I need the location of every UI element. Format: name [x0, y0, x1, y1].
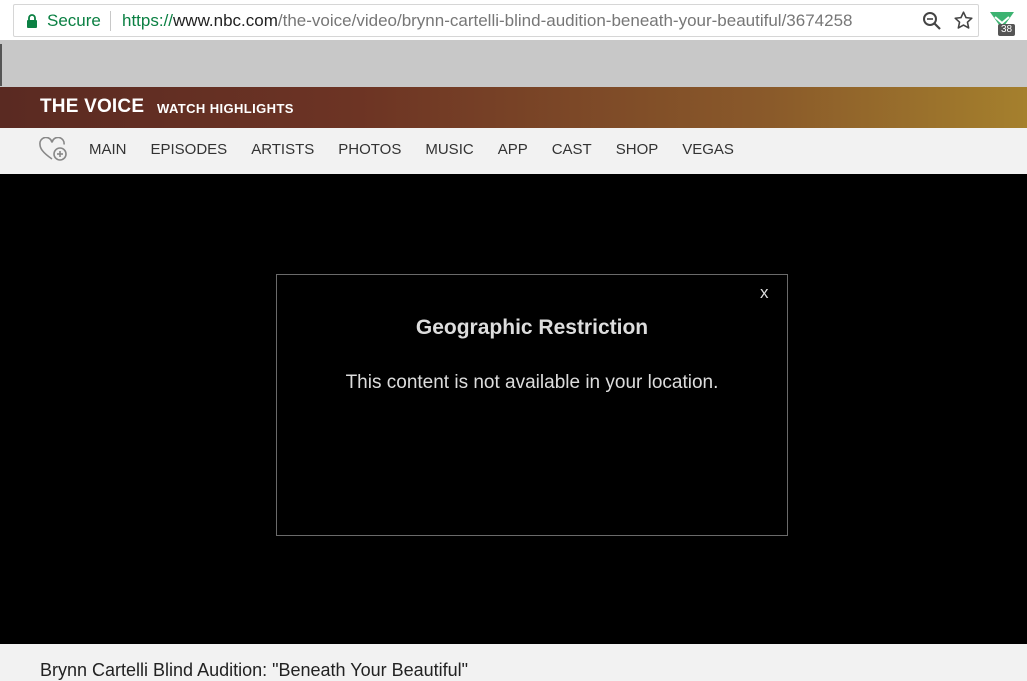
dialog-title: Geographic Restriction [415, 316, 649, 339]
watch-highlights-link[interactable]: WATCH HIGHLIGHTS [157, 101, 294, 116]
show-nav: MAIN EPISODES ARTISTS PHOTOS MUSIC APP C… [0, 128, 1027, 174]
close-button[interactable]: x [760, 283, 769, 303]
secure-label: Secure [47, 11, 101, 30]
url-path: /the-voice/video/brynn-cartelli-blind-au… [277, 11, 853, 30]
show-title[interactable]: THE VOICE [40, 96, 144, 118]
nav-item-shop[interactable]: SHOP [616, 141, 659, 158]
geo-restriction-dialog: x Geographic Restriction This content is… [276, 274, 788, 536]
video-title: Brynn Cartelli Blind Audition: "Beneath … [40, 660, 469, 680]
lock-icon [27, 14, 37, 28]
omnibox-divider [110, 11, 111, 31]
nav-item-episodes[interactable]: EPISODES [151, 141, 228, 158]
nav-item-music[interactable]: MUSIC [425, 141, 473, 158]
address-bar[interactable]: Secure https://www.nbc.com/the-voice/vid… [13, 4, 979, 37]
nav-item-main[interactable]: MAIN [89, 141, 127, 158]
nav-item-vegas[interactable]: VEGAS [682, 141, 734, 158]
nav-items: MAIN EPISODES ARTISTS PHOTOS MUSIC APP C… [89, 141, 758, 158]
nav-item-app[interactable]: APP [498, 141, 528, 158]
video-player[interactable]: x Geographic Restriction This content is… [0, 174, 1027, 644]
url-text[interactable]: https://www.nbc.com/the-voice/video/bryn… [122, 11, 852, 31]
zoom-icon[interactable] [922, 11, 942, 31]
nav-item-cast[interactable]: CAST [552, 141, 592, 158]
extension-badge: 38 [998, 24, 1016, 36]
gray-banner-edge [0, 44, 2, 86]
show-header: THE VOICE WATCH HIGHLIGHTS [0, 87, 1027, 128]
nav-item-artists[interactable]: ARTISTS [251, 141, 314, 158]
url-scheme: https:// [122, 11, 174, 30]
browser-toolbar: Secure https://www.nbc.com/the-voice/vid… [0, 0, 1027, 40]
nav-item-photos[interactable]: PHOTOS [338, 141, 401, 158]
heart-plus-icon[interactable] [38, 137, 68, 163]
url-host: www.nbc.com [173, 11, 278, 30]
star-icon[interactable] [953, 10, 974, 31]
gray-banner [0, 40, 1027, 87]
dialog-message: This content is not available in your lo… [345, 372, 719, 393]
